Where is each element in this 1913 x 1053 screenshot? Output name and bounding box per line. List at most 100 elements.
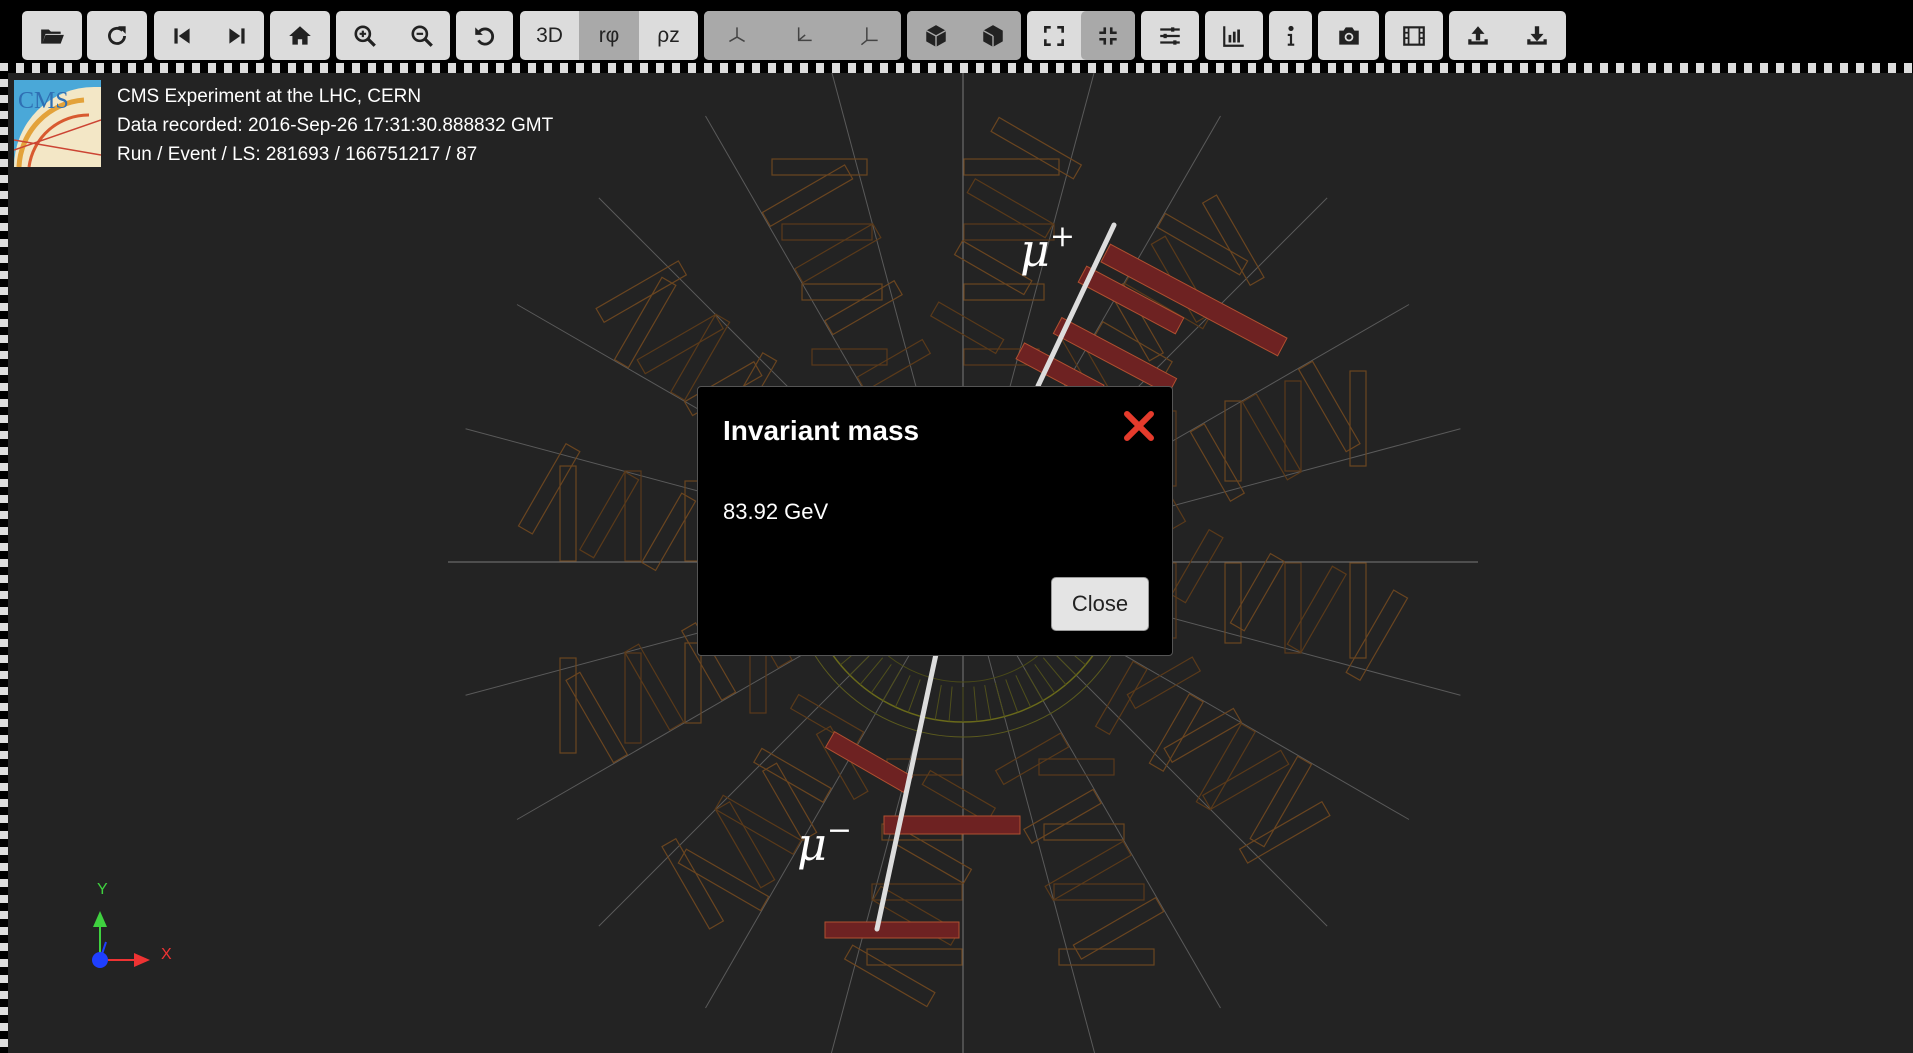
muon-chamber [1241, 393, 1303, 481]
import-export-group [1449, 11, 1566, 60]
muon-chamber [1038, 758, 1115, 776]
settings-sliders-icon [1160, 26, 1180, 45]
info-icon [1287, 25, 1294, 46]
muon-chamber [677, 848, 770, 912]
view-rphi-button[interactable]: rφ [579, 11, 639, 60]
close-button[interactable]: Close [1051, 577, 1149, 631]
muon-chamber [1156, 212, 1249, 276]
display-border-top [0, 63, 1913, 73]
exit-fullscreen-button[interactable] [1081, 11, 1135, 60]
calorimeter-cell [984, 685, 992, 720]
view-mode-group: 3D rφ ρz [520, 11, 698, 60]
muon-chamber [1043, 823, 1125, 841]
open-file-button[interactable] [22, 11, 82, 60]
muon-chamber [789, 693, 865, 747]
undo-button[interactable] [456, 11, 513, 60]
x-axis-label: X [161, 946, 172, 963]
recorded-timestamp: Data recorded: 2016-Sep-26 17:31:30.8888… [117, 115, 554, 136]
muon-plus-label: μ+ [1020, 219, 1075, 277]
muon-chamber [1349, 370, 1367, 467]
muon-chamber [761, 164, 854, 228]
muon-chamber [1229, 552, 1286, 632]
cms-logo: CMS [13, 80, 102, 168]
muon-chamber [1349, 562, 1367, 659]
muon-chamber [866, 948, 963, 966]
muon-chamber [565, 671, 629, 764]
cube-outline-icon [982, 24, 1003, 47]
solid-projection-button[interactable] [907, 11, 964, 60]
fullscreen-group [1027, 11, 1135, 60]
zoom-in-button[interactable] [336, 11, 393, 60]
muon-chamber [1224, 562, 1242, 644]
zoom-out-button[interactable] [393, 11, 450, 60]
muon-chamber [559, 657, 577, 754]
event-nav-group [154, 11, 264, 60]
muon-chamber [640, 492, 697, 572]
muon-chamber [1094, 660, 1148, 736]
calorimeter-cell [870, 664, 892, 694]
close-x-icon[interactable] [1122, 409, 1156, 443]
muon-chamber [1284, 562, 1302, 654]
muon-chamber [624, 470, 642, 562]
projection-group [907, 11, 1021, 60]
zoom-group [336, 11, 450, 60]
export-upload-icon [1468, 25, 1488, 45]
previous-event-icon [173, 27, 190, 44]
muon-chamber [811, 348, 888, 366]
orient-xz-button[interactable] [704, 11, 770, 60]
calorimeter-cell [894, 675, 911, 708]
settings-button[interactable] [1141, 11, 1199, 60]
animation-button[interactable] [1385, 11, 1443, 60]
muon-chamber [559, 465, 577, 562]
reload-icon [108, 25, 126, 45]
muon-chamber [578, 470, 640, 559]
muon-chamber [623, 643, 685, 731]
muon-chamber [1249, 755, 1313, 848]
outline-projection-button[interactable] [964, 11, 1021, 60]
download-icon [1526, 25, 1547, 45]
export-button[interactable] [1449, 11, 1507, 60]
reload-button[interactable] [87, 11, 147, 60]
cube-solid-icon [925, 24, 946, 47]
xz-axes-icon [729, 26, 745, 42]
yxz-axes-icon [797, 26, 812, 41]
muon-chamber [921, 769, 997, 823]
calorimeter-cell [1015, 675, 1032, 708]
chart-button[interactable] [1205, 11, 1263, 60]
info-button[interactable] [1269, 11, 1312, 60]
screenshot-button[interactable] [1318, 11, 1379, 60]
previous-event-button[interactable] [154, 11, 209, 60]
view-3d-button[interactable]: 3D [520, 11, 579, 60]
view-rhoz-button[interactable]: ρz [639, 11, 698, 60]
chart-icon [1223, 25, 1244, 47]
next-event-button[interactable] [209, 11, 264, 60]
display-border-left [0, 63, 8, 1053]
fullscreen-button[interactable] [1027, 11, 1081, 60]
yz-axes-icon [860, 26, 878, 45]
zoom-in-icon [353, 24, 376, 47]
muon-chamber-hit [883, 815, 1021, 835]
muon-minus-label: μ− [797, 813, 852, 871]
axis-orientation-group [704, 11, 901, 60]
home-icon [289, 25, 311, 45]
next-event-icon [228, 27, 245, 44]
orient-yxz-button[interactable] [770, 11, 836, 60]
home-button[interactable] [270, 11, 330, 60]
zoom-out-icon [410, 24, 433, 47]
muon-chamber [1286, 565, 1348, 654]
muon-chamber [613, 276, 677, 369]
calorimeter-cell [882, 670, 901, 701]
exit-fullscreen-icon [1099, 26, 1117, 45]
calorimeter-cell [1034, 664, 1056, 694]
muon-chamber [1023, 788, 1102, 845]
download-button[interactable] [1507, 11, 1566, 60]
orient-yz-button[interactable] [836, 11, 901, 60]
event-info: CMS Experiment at the LHC, CERN Data rec… [117, 82, 553, 169]
calorimeter-cell [934, 685, 942, 720]
axes-gizmo [92, 911, 150, 968]
run-event-ls: Run / Event / LS: 281693 / 166751217 / 8… [117, 144, 478, 165]
muon-chamber [1297, 360, 1361, 453]
muon-chamber [771, 158, 868, 176]
undo-icon [474, 26, 494, 45]
muon-chamber [1072, 896, 1165, 960]
